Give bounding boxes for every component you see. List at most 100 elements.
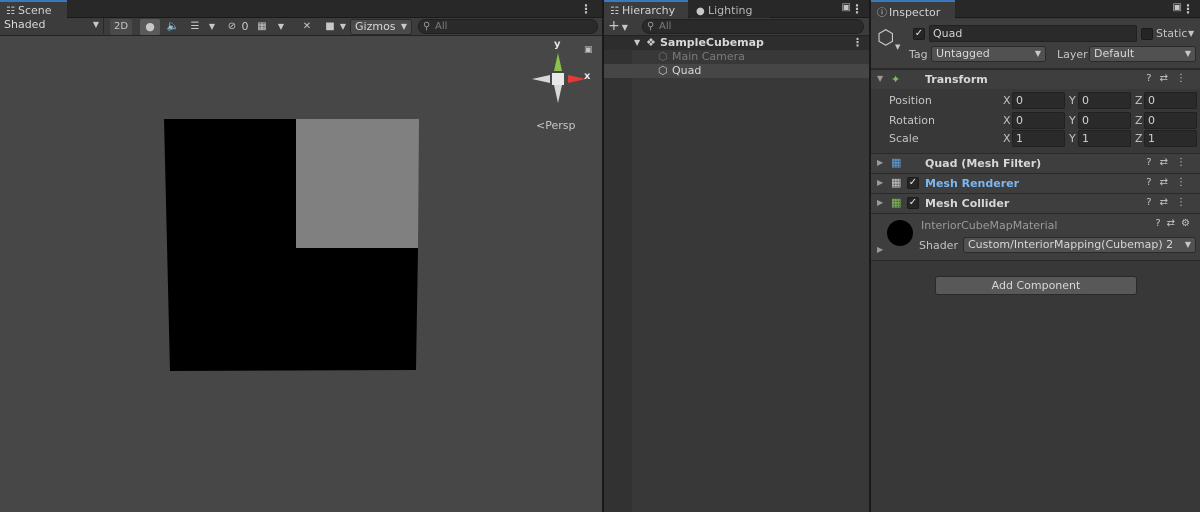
help-icon[interactable]: ? — [1146, 73, 1159, 84]
mesh-renderer-enabled-checkbox[interactable]: ✓ — [907, 177, 919, 189]
lock-icon[interactable]: ▣ — [1173, 2, 1182, 13]
chevron-down-icon[interactable]: ▼ — [338, 19, 348, 35]
mesh-renderer-header[interactable]: ▶ ▦ ✓ Mesh Renderer ?⇄⋮ — [871, 173, 1200, 193]
scene-viewport[interactable]: y x ▣ <Persp — [0, 37, 602, 512]
inspector-menu-icon[interactable]: ⋮ — [1182, 2, 1194, 16]
preset-icon[interactable]: ⇄ — [1160, 177, 1176, 188]
hierarchy-search-input[interactable]: ⚲ All — [642, 19, 864, 34]
preset-icon[interactable]: ⇄ — [1160, 157, 1176, 168]
mesh-collider-enabled-checkbox[interactable]: ✓ — [907, 197, 919, 209]
mesh-filter-header[interactable]: ▶ ▦ Quad (Mesh Filter) ?⇄⋮ — [871, 153, 1200, 173]
component-header-icons[interactable]: ?⇄⋮ — [1146, 157, 1194, 168]
chevron-down-icon: ▼ — [621, 23, 628, 32]
quad-mesh[interactable] — [0, 37, 602, 512]
tag-value: Untagged — [936, 47, 990, 60]
tools-icon[interactable]: ✕ — [298, 19, 316, 35]
scale-y-field[interactable]: 1 — [1078, 130, 1131, 147]
chevron-right-icon[interactable]: ▶ — [877, 245, 883, 254]
transform-header[interactable]: ▼ ✦ Transform ?⇄⋮ — [871, 69, 1200, 89]
hierarchy-menu-icon[interactable]: ⋮ — [851, 2, 863, 16]
chevron-down-icon[interactable]: ▼ — [275, 19, 287, 35]
orientation-gizmo[interactable]: y x — [528, 39, 592, 111]
chevron-down-icon: ▼ — [1184, 240, 1191, 249]
layers-icon[interactable]: ☰ — [186, 19, 204, 35]
chevron-down-icon[interactable]: ▼ — [1188, 29, 1194, 38]
layer-dropdown[interactable]: Default ▼ — [1089, 46, 1196, 62]
axis-z-label: Z — [1135, 132, 1143, 145]
axis-y-label: Y — [1069, 94, 1076, 107]
eye-hidden-icon[interactable]: ⊘ — [224, 19, 240, 35]
help-icon[interactable]: ? — [1155, 218, 1166, 229]
mesh-collider-header[interactable]: ▶ ▦ ✓ Mesh Collider ?⇄⋮ — [871, 193, 1200, 213]
cube-icon[interactable]: ⬡ — [877, 25, 894, 49]
gizmos-dropdown[interactable]: Gizmos ▼ — [350, 19, 412, 35]
transform-title: Transform — [925, 73, 988, 86]
material-preview[interactable] — [887, 220, 913, 246]
object-name-input[interactable]: Quad — [929, 25, 1137, 42]
tab-scene[interactable]: ☷ Scene — [0, 0, 67, 19]
tag-dropdown[interactable]: Untagged ▼ — [931, 46, 1046, 62]
tab-inspector[interactable]: ⓘ Inspector — [871, 0, 955, 19]
active-checkbox[interactable]: ✓ — [913, 28, 925, 40]
component-menu-icon[interactable]: ⋮ — [1176, 197, 1194, 208]
position-y-field[interactable]: 0 — [1078, 92, 1131, 109]
tab-hierarchy[interactable]: ☷ Hierarchy — [604, 0, 688, 19]
axis-y-label: Y — [1069, 114, 1076, 127]
scale-x-field[interactable]: 1 — [1012, 130, 1065, 147]
lock-icon[interactable]: ▣ — [584, 45, 593, 55]
preset-icon[interactable]: ⇄ — [1160, 73, 1176, 84]
component-header-icons[interactable]: ?⇄⋮ — [1146, 197, 1194, 208]
camera-icon[interactable]: ■ — [322, 19, 338, 35]
scale-z-field[interactable]: 1 — [1144, 130, 1197, 147]
chevron-down-icon: ▼ — [400, 22, 407, 31]
preset-icon[interactable]: ⇄ — [1160, 197, 1176, 208]
shading-mode-dropdown[interactable]: Shaded ▼ — [0, 18, 104, 34]
component-menu-icon[interactable]: ⋮ — [1176, 177, 1194, 188]
speaker-icon[interactable]: 🔈 — [164, 19, 182, 35]
scene-menu-icon[interactable]: ⋮ — [852, 36, 863, 50]
preset-icon[interactable]: ⇄ — [1167, 218, 1181, 229]
gizmo-axis-x: x — [584, 71, 591, 82]
add-component-button[interactable]: Add Component — [935, 276, 1137, 295]
list-item[interactable]: ⬡ Quad — [604, 64, 869, 78]
gizmo-axis-y: y — [554, 39, 561, 50]
layer-value: Default — [1094, 47, 1135, 60]
shader-dropdown[interactable]: Custom/InteriorMapping(Cubemap) 2 ▼ — [963, 237, 1196, 253]
rotation-y-field[interactable]: 0 — [1078, 112, 1131, 129]
list-item[interactable]: ⬡ Main Camera — [604, 50, 869, 64]
component-header-icons[interactable]: ?⇄⋮ — [1146, 73, 1194, 84]
component-header-icons[interactable]: ?⇄⋮ — [1146, 177, 1194, 188]
position-x-field[interactable]: 0 — [1012, 92, 1065, 109]
scene-menu-icon[interactable]: ⋮ — [580, 2, 592, 16]
scene-search-placeholder: All — [435, 21, 448, 32]
tab-lighting[interactable]: ● Lighting — [690, 0, 770, 19]
chevron-down-icon[interactable]: ▼ — [895, 43, 900, 51]
static-checkbox[interactable] — [1141, 28, 1153, 40]
rotation-x-field[interactable]: 0 — [1012, 112, 1065, 129]
help-icon[interactable]: ? — [1146, 177, 1159, 188]
grid-icon[interactable]: ▦ — [254, 19, 270, 35]
scene-search-input[interactable]: ⚲ All — [418, 19, 598, 34]
help-icon[interactable]: ? — [1146, 157, 1159, 168]
material-header-icons[interactable]: ?⇄⚙ — [1155, 218, 1196, 229]
position-z-field[interactable]: 0 — [1144, 92, 1197, 109]
axis-x-label: X — [1003, 132, 1011, 145]
2d-toggle-button[interactable]: 2D — [110, 19, 132, 35]
chevron-down-icon[interactable]: ▼ — [206, 19, 218, 35]
component-menu-icon[interactable]: ⋮ — [1176, 157, 1194, 168]
rotation-z-field[interactable]: 0 — [1144, 112, 1197, 129]
hierarchy-scene-row[interactable]: ▼ ❖ SampleCubemap ⋮ — [604, 36, 869, 50]
settings-icon[interactable]: ⚙ — [1181, 218, 1196, 229]
persp-label[interactable]: <Persp — [536, 119, 575, 132]
add-object-button[interactable]: + ▼ — [608, 19, 634, 35]
chevron-right-icon: ▶ — [877, 178, 884, 187]
chevron-down-icon: ▼ — [92, 20, 99, 29]
hierarchy-search-placeholder: All — [659, 21, 672, 32]
help-icon[interactable]: ? — [1146, 197, 1159, 208]
lock-icon[interactable]: ▣ — [842, 2, 851, 13]
component-menu-icon[interactable]: ⋮ — [1176, 73, 1194, 84]
info-icon: ⓘ — [877, 8, 887, 19]
quad-gray-face — [296, 119, 419, 248]
transform-icon: ✦ — [891, 73, 901, 86]
lightbulb-icon[interactable]: ● — [140, 19, 160, 35]
